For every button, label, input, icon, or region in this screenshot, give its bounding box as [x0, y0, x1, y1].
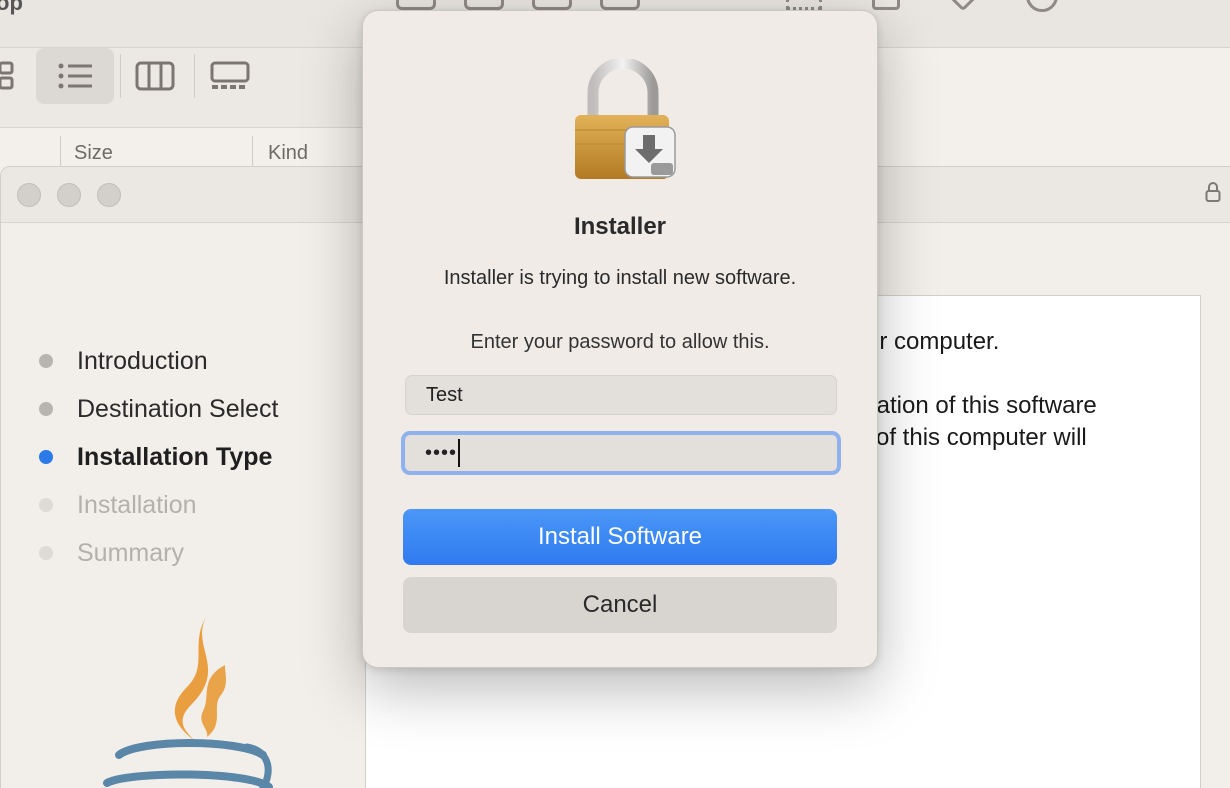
username-field[interactable]: Test: [405, 375, 837, 415]
step-label: Introduction: [77, 346, 208, 375]
step-introduction: Introduction: [39, 337, 279, 385]
close-window-button[interactable]: [17, 183, 41, 207]
finder-window-title: op: [0, 0, 23, 15]
content-line-1: ur computer.: [866, 328, 1000, 355]
step-summary: Summary: [39, 529, 279, 577]
content-line-3: of this computer will: [876, 424, 1087, 451]
finder-toolbar: [0, 48, 362, 128]
step-label: Installation Type: [77, 442, 273, 471]
installer-steps: Introduction Destination Select Installa…: [39, 337, 279, 577]
step-installation-type: Installation Type: [39, 433, 279, 481]
list-view-button[interactable]: [36, 48, 114, 104]
share-icon[interactable]: [872, 0, 900, 10]
step-label: Summary: [77, 538, 184, 567]
password-value: ••••: [425, 441, 458, 464]
step-installation: Installation: [39, 481, 279, 529]
step-dot: [39, 498, 53, 512]
column-size[interactable]: Size: [74, 142, 113, 165]
dialog-prompt: Enter your password to allow this.: [470, 331, 770, 353]
auth-dialog: Installer Installer is trying to install…: [362, 10, 878, 668]
tag-icon[interactable]: [944, 0, 982, 12]
cancel-button[interactable]: Cancel: [403, 577, 837, 633]
zoom-window-button[interactable]: [97, 183, 121, 207]
list-view-icon[interactable]: [464, 0, 504, 10]
step-destination-select: Destination Select: [39, 385, 279, 433]
minimize-window-button[interactable]: [57, 183, 81, 207]
install-software-button[interactable]: Install Software: [403, 509, 837, 565]
column-view-icon[interactable]: [532, 0, 572, 10]
lock-icon: [1205, 182, 1221, 202]
step-label: Installation: [77, 490, 197, 519]
list-icon: [58, 63, 92, 89]
password-field[interactable]: ••••: [401, 431, 841, 475]
step-label: Destination Select: [77, 394, 279, 423]
group-icon[interactable]: [786, 0, 822, 10]
finder-column-header: Size Kind: [0, 128, 362, 168]
step-dot: [39, 450, 53, 464]
java-logo-icon: [103, 615, 273, 788]
finder-view-controls: [396, 0, 640, 10]
step-dot: [39, 402, 53, 416]
padlock-installer-icon: [575, 59, 676, 179]
gallery-icon: [210, 61, 250, 89]
gallery-view-button[interactable]: [204, 48, 256, 104]
icon-view-icon[interactable]: [396, 0, 436, 10]
dialog-title: Installer: [573, 213, 667, 240]
username-value: Test: [426, 383, 463, 406]
text-caret: [458, 439, 461, 467]
column-view-button[interactable]: [130, 48, 180, 104]
columns-icon: [135, 61, 175, 91]
step-dot: [39, 354, 53, 368]
more-icon[interactable]: [1026, 0, 1058, 12]
gallery-view-icon[interactable]: [600, 0, 640, 10]
dialog-message: Installer is trying to install new softw…: [443, 267, 797, 289]
column-kind[interactable]: Kind: [268, 142, 308, 165]
icon-view-button[interactable]: [0, 48, 26, 104]
step-dot: [39, 546, 53, 560]
content-line-2: llation of this software: [866, 392, 1097, 419]
